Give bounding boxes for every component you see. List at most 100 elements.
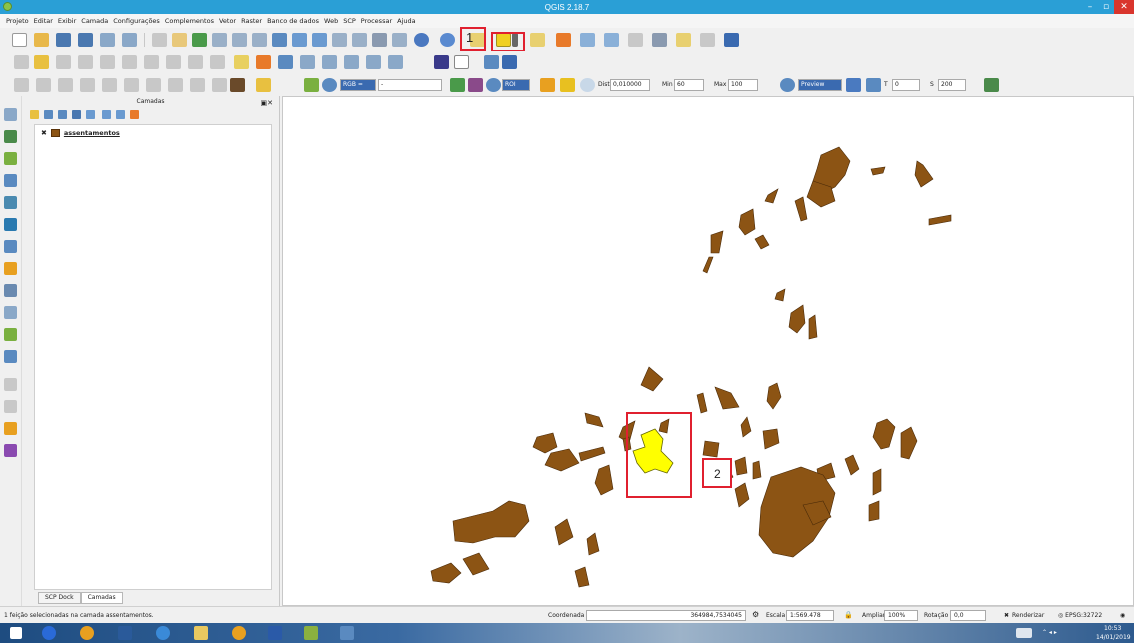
- layer-styling-icon[interactable]: [30, 110, 39, 119]
- offset-curve-icon[interactable]: [190, 78, 205, 92]
- csv-icon[interactable]: [454, 55, 469, 69]
- rotation-input[interactable]: 0,0: [950, 610, 986, 621]
- zoom-in-icon[interactable]: [212, 33, 227, 47]
- refresh-icon[interactable]: [414, 33, 429, 47]
- zoom-full-icon[interactable]: [272, 33, 287, 47]
- highlight-pinned-icon[interactable]: [300, 55, 315, 69]
- add-delimited-text-icon[interactable]: [4, 262, 17, 275]
- current-edits-icon[interactable]: [14, 55, 29, 69]
- remove-temp-files-icon[interactable]: [984, 78, 999, 92]
- scp-input-image-icon[interactable]: [256, 78, 271, 92]
- toggle-extents-icon[interactable]: ⚙: [752, 610, 759, 619]
- teamviewer-icon[interactable]: [156, 626, 170, 640]
- add-group-icon[interactable]: [44, 110, 53, 119]
- select-by-expression-icon[interactable]: [556, 33, 571, 47]
- open-attribute-table-icon[interactable]: [580, 33, 595, 47]
- zoom-native-icon[interactable]: [252, 33, 267, 47]
- dist-input[interactable]: 0,010000: [610, 79, 650, 91]
- render-checkbox[interactable]: ✖: [1004, 612, 1009, 619]
- roi-polygon-icon[interactable]: [450, 78, 465, 92]
- remove-layer-icon[interactable]: [130, 110, 139, 119]
- pan-icon[interactable]: [172, 33, 187, 47]
- measure-icon[interactable]: [652, 33, 667, 47]
- save-edits-icon[interactable]: [56, 55, 71, 69]
- raster-layer-icon[interactable]: [230, 78, 245, 92]
- menu-editar[interactable]: Editar: [34, 17, 53, 25]
- menu-raster[interactable]: Raster: [241, 17, 262, 25]
- pan-to-selection-icon[interactable]: [192, 33, 207, 47]
- chrome-alt-icon[interactable]: [232, 626, 246, 640]
- zoom-to-image-icon[interactable]: [304, 78, 319, 92]
- composer-manager-icon[interactable]: [122, 33, 137, 47]
- delete-part-icon[interactable]: [146, 78, 161, 92]
- manage-visibility-icon[interactable]: [58, 110, 67, 119]
- coordinate-input[interactable]: 364984,7534045: [586, 610, 746, 621]
- new-geopackage-icon[interactable]: [4, 350, 17, 363]
- keyboard-icon[interactable]: [1016, 628, 1032, 638]
- scp-download-icon[interactable]: [484, 55, 499, 69]
- simplify-icon[interactable]: [36, 78, 51, 92]
- crs-status[interactable]: ◎ EPSG:32722: [1058, 612, 1102, 619]
- python-console-icon[interactable]: [724, 33, 739, 47]
- identify-features-icon[interactable]: [440, 33, 455, 47]
- menu-exibir[interactable]: Exibir: [58, 17, 76, 25]
- add-ring-icon[interactable]: [58, 78, 73, 92]
- preview-toggle[interactable]: Preview: [798, 79, 842, 91]
- collapse-all-icon[interactable]: [116, 110, 125, 119]
- menu-scp[interactable]: SCP: [343, 17, 356, 25]
- paste-features-icon[interactable]: [210, 55, 225, 69]
- qgis-taskbar-icon[interactable]: [304, 626, 318, 640]
- new-shapefile-icon[interactable]: [4, 306, 17, 319]
- rotate-label-icon[interactable]: [366, 55, 381, 69]
- move-feature-icon[interactable]: [100, 55, 115, 69]
- touch-zoom-icon[interactable]: [152, 33, 167, 47]
- menu-configuracoes[interactable]: Configurações: [113, 17, 160, 25]
- add-postgis-layer-icon[interactable]: [4, 152, 17, 165]
- layer-visibility-checkbox[interactable]: ✖: [41, 129, 47, 137]
- menu-complementos[interactable]: Complementos: [165, 17, 214, 25]
- roi-toggle[interactable]: ROI: [502, 79, 530, 91]
- zoom-to-layer-icon[interactable]: [312, 33, 327, 47]
- label-icon[interactable]: [234, 55, 249, 69]
- show-hide-labels-icon[interactable]: [322, 55, 337, 69]
- map-tips-icon[interactable]: [676, 33, 691, 47]
- vertex-tool-icon[interactable]: [14, 78, 29, 92]
- menu-vetor[interactable]: Vetor: [219, 17, 236, 25]
- zoom-roi-icon[interactable]: [486, 78, 501, 92]
- windows-start-icon[interactable]: [10, 627, 22, 639]
- heatmap-icon[interactable]: [4, 444, 17, 457]
- zoom-last-icon[interactable]: [332, 33, 347, 47]
- add-virtual-layer-icon[interactable]: [4, 284, 17, 297]
- menu-banco-de-dados[interactable]: Banco de dados: [267, 17, 319, 25]
- new-print-composer-icon[interactable]: [100, 33, 115, 47]
- field-calculator-icon[interactable]: [604, 33, 619, 47]
- qgis-second-icon[interactable]: [340, 626, 354, 640]
- save-project-icon[interactable]: [56, 33, 71, 47]
- fill-ring-icon[interactable]: [102, 78, 117, 92]
- layer-labeling-icon[interactable]: [256, 55, 271, 69]
- roi-region-growing-icon[interactable]: [468, 78, 483, 92]
- close-button[interactable]: ✕: [1114, 0, 1134, 14]
- t-input[interactable]: 0: [892, 79, 920, 91]
- tab-scp-dock[interactable]: SCP Dock: [38, 592, 81, 604]
- s-input[interactable]: 200: [938, 79, 966, 91]
- tab-camadas[interactable]: Camadas: [80, 592, 123, 604]
- expand-all-icon[interactable]: [102, 110, 111, 119]
- file-explorer-icon[interactable]: [194, 626, 208, 640]
- split-features-icon[interactable]: [212, 78, 227, 92]
- messages-icon[interactable]: ◉: [1120, 612, 1125, 619]
- delete-selected-icon[interactable]: [144, 55, 159, 69]
- add-wms-layer-icon[interactable]: [4, 196, 17, 209]
- pin-labels-icon[interactable]: [278, 55, 293, 69]
- delete-ring-icon[interactable]: [124, 78, 139, 92]
- georeferencer-icon[interactable]: [4, 422, 17, 435]
- minimize-button[interactable]: –: [1082, 0, 1098, 14]
- firefox-icon[interactable]: [42, 626, 56, 640]
- scp-band-set-icon[interactable]: [434, 55, 449, 69]
- roi-pointer-icon[interactable]: [540, 78, 555, 92]
- menu-web[interactable]: Web: [324, 17, 338, 25]
- open-project-icon[interactable]: [34, 33, 49, 47]
- text-annotation-icon[interactable]: [700, 33, 715, 47]
- roi-redo-icon[interactable]: [560, 78, 575, 92]
- chrome-icon[interactable]: [80, 626, 94, 640]
